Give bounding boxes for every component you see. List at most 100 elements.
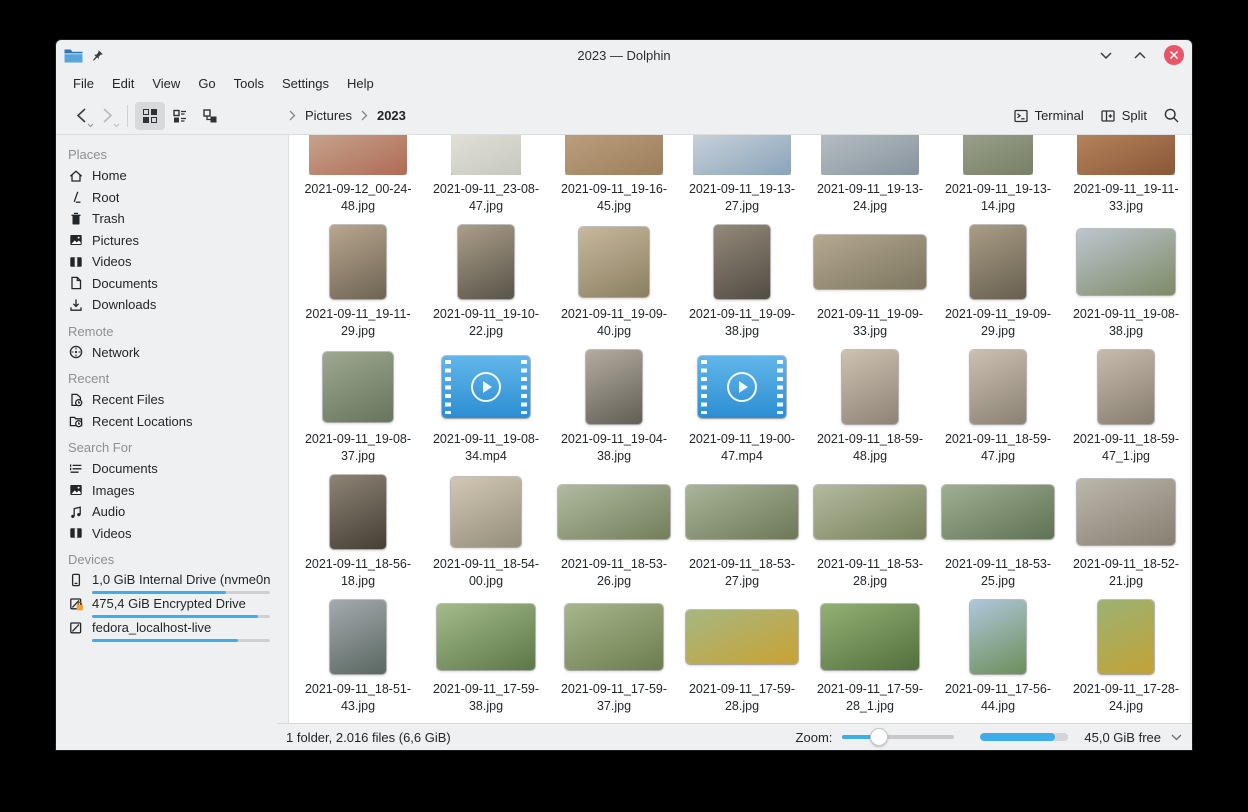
file-item[interactable]: 2021-09-11_19-04-38.jpg	[550, 349, 678, 464]
menu-tools[interactable]: Tools	[225, 72, 273, 95]
split-button[interactable]: Split	[1100, 108, 1147, 124]
file-item[interactable]: 2021-09-11_19-13-14.jpg	[934, 135, 1062, 214]
device-usage-bar	[92, 615, 270, 618]
file-item[interactable]: 2021-09-11_17-56-44.jpg	[934, 599, 1062, 714]
file-item[interactable]: 2021-09-11_17-28-24.jpg	[1062, 599, 1190, 714]
file-item[interactable]: 2021-09-11_17-59-37.jpg	[550, 599, 678, 714]
menu-settings[interactable]: Settings	[273, 72, 338, 95]
photo-thumbnail	[821, 604, 919, 670]
sidebar-item-trash[interactable]: Trash	[68, 208, 288, 230]
sidebar-item-recent-files[interactable]: Recent Files	[68, 389, 288, 411]
file-item[interactable]: 2021-09-11_17-59-28_1.jpg	[806, 599, 934, 714]
pictures-icon	[68, 482, 84, 498]
sidebar-item-images[interactable]: Images	[68, 480, 288, 502]
file-item[interactable]: 2021-09-11_18-53-28.jpg	[806, 474, 934, 589]
terminal-button[interactable]: Terminal	[1013, 108, 1084, 124]
file-item[interactable]: 2021-09-11_23-08-47.jpg	[422, 135, 550, 214]
zoom-slider[interactable]	[842, 728, 954, 746]
menu-edit[interactable]: Edit	[103, 72, 143, 95]
pictures-icon	[68, 232, 84, 248]
file-item[interactable]: 2021-09-12_00-24-48.jpg	[294, 135, 422, 214]
forward-button[interactable]	[94, 102, 120, 130]
zoom-slider-handle[interactable]	[870, 728, 888, 746]
home-icon	[68, 168, 84, 184]
titlebar[interactable]: 2023 — Dolphin	[56, 40, 1192, 70]
file-item[interactable]: 2021-09-11_19-00-47.mp4	[678, 349, 806, 464]
file-item[interactable]: 2021-09-11_18-59-48.jpg	[806, 349, 934, 464]
menu-view[interactable]: View	[143, 72, 189, 95]
photo-thumbnail	[579, 227, 649, 297]
file-name: 2021-09-11_18-59-47.jpg	[935, 431, 1061, 464]
sidebar-item-documents[interactable]: Documents	[68, 458, 288, 480]
folder-view[interactable]: 2021-09-12_00-24-48.jpg2021-09-11_23-08-…	[289, 135, 1192, 723]
video-thumbnail	[698, 356, 786, 418]
sidebar-item-audio[interactable]: Audio	[68, 501, 288, 523]
file-item[interactable]: 2021-09-11_18-53-25.jpg	[934, 474, 1062, 589]
file-item[interactable]: 2021-09-11_18-59-47.jpg	[934, 349, 1062, 464]
sidebar-item-475-4-gib-encrypted-drive[interactable]: 475,4 GiB Encrypted Drive	[68, 594, 288, 618]
sidebar-item-downloads[interactable]: Downloads	[68, 294, 288, 316]
photo-thumbnail	[814, 485, 926, 539]
file-item[interactable]: 2021-09-11_18-51-43.jpg	[294, 599, 422, 714]
file-item[interactable]: 2021-09-11_19-08-38.jpg	[1062, 224, 1190, 339]
sidebar-item-documents[interactable]: Documents	[68, 273, 288, 295]
file-item[interactable]: 2021-09-11_17-59-38.jpg	[422, 599, 550, 714]
statusbar-left-pad	[56, 723, 277, 750]
back-button[interactable]	[68, 102, 94, 130]
file-item[interactable]: 2021-09-11_19-11-29.jpg	[294, 224, 422, 339]
photo-thumbnail	[1077, 479, 1175, 545]
file-item[interactable]: 2021-09-11_19-10-22.jpg	[422, 224, 550, 339]
file-item[interactable]: 2021-09-11_19-16-45.jpg	[550, 135, 678, 214]
details-view-button[interactable]	[195, 102, 225, 130]
chevron-down-icon[interactable]	[1171, 734, 1182, 741]
breadcrumb-segment-2023[interactable]: 2023	[375, 106, 408, 125]
vertical-scrollbar[interactable]	[1190, 135, 1192, 723]
icons-view-button[interactable]	[135, 102, 165, 130]
file-item[interactable]: 2021-09-11_18-53-26.jpg	[550, 474, 678, 589]
file-item[interactable]: 2021-09-11_19-09-29.jpg	[934, 224, 1062, 339]
close-button[interactable]	[1164, 45, 1184, 65]
minimize-button[interactable]	[1096, 45, 1116, 65]
sidebar-item-videos[interactable]: Videos	[68, 523, 288, 545]
file-item[interactable]: 2021-09-11_17-59-28.jpg	[678, 599, 806, 714]
section-header-devices: Devices	[68, 549, 288, 570]
recent-locations-icon	[68, 413, 84, 429]
sidebar-item-1-0-gib-internal-drive-nvme0n[interactable]: 1,0 GiB Internal Drive (nvme0n…	[68, 570, 288, 594]
file-item[interactable]: 2021-09-11_18-53-27.jpg	[678, 474, 806, 589]
sidebar-item-fedora-localhost-live[interactable]: fedora_localhost-live	[68, 618, 288, 642]
forward-dropdown-caret[interactable]	[113, 123, 120, 128]
menu-file[interactable]: File	[64, 72, 103, 95]
file-item[interactable]: 2021-09-11_18-52-21.jpg	[1062, 474, 1190, 589]
file-item[interactable]: 2021-09-11_19-08-37.jpg	[294, 349, 422, 464]
file-item[interactable]: 2021-09-11_19-09-40.jpg	[550, 224, 678, 339]
search-icon[interactable]	[1163, 107, 1180, 124]
file-item[interactable]: 2021-09-11_19-13-27.jpg	[678, 135, 806, 214]
file-item[interactable]: 2021-09-11_18-59-47_1.jpg	[1062, 349, 1190, 464]
photo-thumbnail	[693, 135, 791, 175]
file-row: 2021-09-12_00-24-48.jpg2021-09-11_23-08-…	[294, 135, 1190, 214]
videos-icon	[68, 254, 84, 270]
file-item[interactable]: 2021-09-11_19-11-33.jpg	[1062, 135, 1190, 214]
sidebar-item-network[interactable]: Network	[68, 342, 288, 364]
sidebar-item-recent-locations[interactable]: Recent Locations	[68, 411, 288, 433]
file-item[interactable]: 2021-09-11_19-09-38.jpg	[678, 224, 806, 339]
sidebar-item-pictures[interactable]: Pictures	[68, 230, 288, 252]
sidebar-item-home[interactable]: Home	[68, 165, 288, 187]
file-item[interactable]: 2021-09-11_19-09-33.jpg	[806, 224, 934, 339]
photo-thumbnail	[942, 485, 1054, 539]
sidebar-item-videos[interactable]: Videos	[68, 251, 288, 273]
file-item[interactable]: 2021-09-11_19-13-24.jpg	[806, 135, 934, 214]
file-item[interactable]: 2021-09-11_18-56-18.jpg	[294, 474, 422, 589]
file-item[interactable]: 2021-09-11_19-08-34.mp4	[422, 349, 550, 464]
menu-go[interactable]: Go	[189, 72, 224, 95]
maximize-button[interactable]	[1130, 45, 1150, 65]
sidebar-item-root[interactable]: Root	[68, 187, 288, 209]
file-item[interactable]: 2021-09-11_18-54-00.jpg	[422, 474, 550, 589]
photo-thumbnail	[565, 604, 663, 670]
menu-help[interactable]: Help	[338, 72, 383, 95]
back-dropdown-caret[interactable]	[87, 123, 94, 128]
sidebar-item-label: Videos	[92, 526, 132, 541]
breadcrumb-segment-pictures[interactable]: Pictures	[303, 106, 354, 125]
zoom-label: Zoom:	[796, 730, 833, 745]
compact-view-button[interactable]	[165, 102, 195, 130]
